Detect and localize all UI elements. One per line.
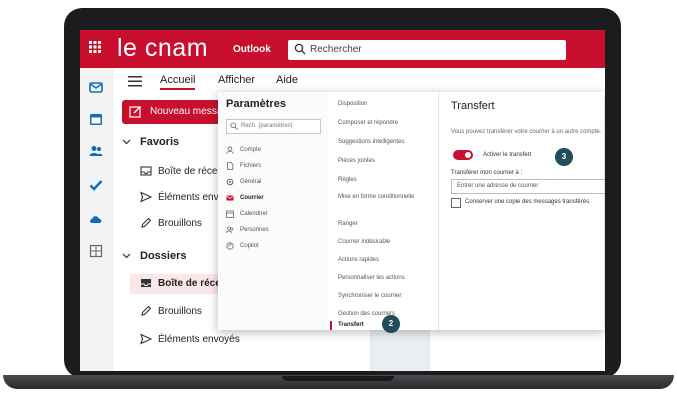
settings-nav-copilot[interactable]: Copilot xyxy=(226,240,326,254)
search-icon xyxy=(230,122,238,130)
folder-label: Brouillons xyxy=(158,218,202,229)
settings-nav-label: Général xyxy=(240,179,262,185)
toggle-knob xyxy=(465,152,471,158)
tab-accueil[interactable]: Accueil xyxy=(160,74,196,90)
settings-nav-general[interactable]: Général xyxy=(226,176,326,190)
settings-search-placeholder: Rech. (paramètres) xyxy=(241,123,293,129)
settings-search-input[interactable]: Rech. (paramètres) xyxy=(226,119,321,134)
file-icon xyxy=(227,162,234,170)
people-icon xyxy=(226,226,234,234)
settings-nav-label: Fichiers xyxy=(240,163,262,169)
settings-nav: Paramètres Rech. (paramètres) Compte Fic… xyxy=(218,92,328,330)
people-icon[interactable] xyxy=(89,144,103,158)
step-badge-3: 3 xyxy=(555,148,573,166)
folders-header-label: Dossiers xyxy=(140,250,187,262)
mail-icon xyxy=(226,195,234,201)
subnav-personnaliser-actions[interactable]: Personnaliser les actions xyxy=(338,274,432,283)
account-icon xyxy=(226,146,234,154)
settings-nav-label: Copilot xyxy=(240,243,259,249)
keep-copy-label: Conserver une copie des messages transfé… xyxy=(465,199,590,205)
draft-icon xyxy=(141,217,152,228)
search-input[interactable]: Rechercher xyxy=(288,40,566,60)
reading-pane-fragment xyxy=(370,330,430,371)
tab-aide[interactable]: Aide xyxy=(276,74,298,86)
gear-icon xyxy=(226,178,234,186)
tab-afficher[interactable]: Afficher xyxy=(218,74,255,86)
chevron-down-icon xyxy=(122,139,131,145)
favorites-header-label: Favoris xyxy=(140,136,180,148)
folder-item-sent[interactable]: Éléments envoyés xyxy=(130,330,298,350)
forward-to-input[interactable]: Entrer une adresse de courrier xyxy=(451,179,605,194)
send-icon xyxy=(140,333,152,345)
settings-nav-compte[interactable]: Compte xyxy=(226,144,326,158)
settings-nav-label: Courrier xyxy=(240,195,264,201)
search-icon xyxy=(294,43,306,55)
content-title: Transfert xyxy=(451,100,495,112)
settings-nav-personnes[interactable]: Personnes xyxy=(226,224,326,238)
inbox-icon xyxy=(141,279,151,287)
app-launcher-icon[interactable] xyxy=(88,40,102,54)
calendar-icon[interactable] xyxy=(89,112,103,126)
hamburger-menu-icon[interactable] xyxy=(128,76,142,87)
todo-check-icon[interactable] xyxy=(89,178,103,192)
calendar-icon xyxy=(226,210,234,218)
settings-nav-label: Compte xyxy=(240,147,262,153)
subnav-mise-en-forme[interactable]: Mise en forme conditionnelle xyxy=(338,193,432,202)
subnav-synchroniser[interactable]: Synchroniser le courrier xyxy=(338,292,432,301)
settings-title: Paramètres xyxy=(226,98,286,110)
app-name[interactable]: Outlook xyxy=(233,44,271,55)
forward-to-placeholder: Entrer une adresse de courrier xyxy=(457,183,539,189)
send-icon xyxy=(140,191,152,203)
settings-nav-label: Personnes xyxy=(240,227,269,233)
outlook-window: le cnam Outlook Rechercher Accueil Affic… xyxy=(80,30,605,371)
subnav-regles[interactable]: Règles xyxy=(338,176,432,185)
enable-forwarding-label: Activer le transfert xyxy=(483,152,532,158)
subnav-suggestions[interactable]: Suggestions intelligentes xyxy=(338,138,432,147)
compose-icon xyxy=(129,106,141,118)
settings-panel: Paramètres Rech. (paramètres) Compte Fic… xyxy=(218,92,605,330)
settings-nav-courrier[interactable]: Courrier xyxy=(226,192,326,206)
subnav-pieces-jointes[interactable]: Pièces jointes xyxy=(338,157,432,166)
top-bar: le cnam Outlook Rechercher xyxy=(80,30,605,68)
draft-icon xyxy=(141,305,152,316)
settings-nav-fichiers[interactable]: Fichiers xyxy=(226,160,326,174)
keep-copy-checkbox[interactable] xyxy=(451,198,461,208)
settings-nav-calendrier[interactable]: Calendrier xyxy=(226,208,326,222)
copilot-icon xyxy=(226,242,234,250)
subnav-composer[interactable]: Composer et répondre xyxy=(338,119,432,128)
settings-content: Transfert Vous pouvez transférer votre c… xyxy=(438,92,605,330)
laptop-notch xyxy=(282,376,394,381)
folder-label: Éléments envoyés xyxy=(158,334,240,345)
apps-grid-icon[interactable] xyxy=(89,244,103,258)
subnav-courrier-indesirable[interactable]: Courrier indésirable xyxy=(338,238,432,247)
mail-icon[interactable] xyxy=(89,80,103,94)
brand-logo: le cnam xyxy=(117,34,209,62)
chevron-down-icon xyxy=(122,253,131,259)
search-placeholder: Rechercher xyxy=(310,44,362,55)
settings-subnav: Disposition Composer et répondre Suggest… xyxy=(330,92,436,330)
folder-label: Brouillons xyxy=(158,306,202,317)
forward-to-label: Transférer mon courrier à : xyxy=(451,170,523,176)
content-description: Vous pouvez transférer votre courrier à … xyxy=(451,129,602,135)
enable-forwarding-toggle[interactable] xyxy=(453,150,473,160)
app-rail xyxy=(80,68,114,371)
subnav-disposition[interactable]: Disposition xyxy=(338,100,432,109)
subnav-ranger[interactable]: Ranger xyxy=(338,220,432,229)
inbox-icon xyxy=(140,166,152,176)
ribbon-tabs: Accueil Afficher Aide xyxy=(114,68,605,94)
subnav-active-marker xyxy=(330,321,332,330)
settings-nav-label: Calendrier xyxy=(240,211,268,217)
onedrive-cloud-icon[interactable] xyxy=(89,212,103,226)
subnav-actions-rapides[interactable]: Actions rapides xyxy=(338,256,432,265)
step-badge-2: 2 xyxy=(382,315,400,333)
